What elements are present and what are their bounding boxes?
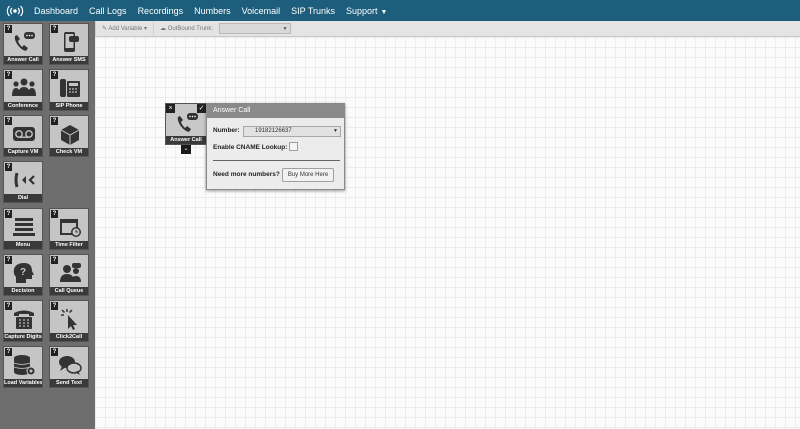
caret-down-icon: ▼ — [380, 8, 388, 16]
number-label: Number: — [213, 127, 240, 134]
call-queue-icon — [60, 263, 81, 282]
nav-support[interactable]: Support ▼ — [346, 6, 387, 16]
node-label: Answer Call — [166, 136, 206, 144]
tool-conference[interactable]: ? Conference — [3, 69, 43, 111]
tool-label: SIP Phone — [50, 102, 88, 110]
node-output-connector[interactable]: ⌄ — [181, 145, 191, 154]
number-select[interactable]: 19182126637 ▼ — [243, 126, 341, 137]
tool-label: Conference — [4, 102, 42, 110]
tool-decision[interactable]: ? ? Decision — [3, 254, 43, 296]
tool-label: Menu — [4, 241, 42, 249]
voicemail-icon — [13, 127, 35, 141]
wrench-icon: ✎ — [102, 26, 108, 32]
check-box-icon — [60, 125, 80, 145]
tool-label: Time Filter — [50, 241, 88, 249]
cname-label: Enable CNAME Lookup: — [213, 144, 288, 151]
phone-chat-icon — [14, 32, 35, 51]
add-variable-label: Add Variable — [108, 26, 143, 32]
buy-more-button[interactable]: Buy More Here — [282, 168, 334, 182]
answer-call-node[interactable]: × ✓ Answer Call — [165, 103, 207, 145]
svg-text:?: ? — [20, 267, 26, 278]
tool-label: Load Variables — [4, 379, 42, 387]
tool-capture-digits[interactable]: ? Capture Digits — [3, 300, 43, 342]
cname-lookup-checkbox[interactable] — [289, 142, 298, 151]
outbound-trunk-label-wrap: ☁ OutBound Trunk: — [154, 25, 219, 32]
caret-down-icon: ▼ — [333, 128, 338, 134]
tool-capture-vm[interactable]: ? Capture VM — [3, 115, 43, 157]
tool-time-filter[interactable]: ? Time Filter — [49, 208, 89, 250]
tool-label: Dial — [4, 194, 42, 202]
dial-arrows-icon — [14, 172, 35, 188]
top-nav: Dashboard Call Logs Recordings Numbers V… — [0, 0, 800, 21]
chat-bubbles-icon — [59, 356, 82, 375]
tool-sip-phone[interactable]: ? SIP Phone — [49, 69, 89, 111]
flow-canvas[interactable] — [95, 37, 800, 429]
tool-sidebar: ? Answer Call ? Answer SMS ? Conference … — [0, 21, 95, 429]
nav-numbers[interactable]: Numbers — [194, 6, 231, 16]
broadcast-logo-icon[interactable] — [4, 0, 26, 21]
more-numbers-label: Need more numbers? — [213, 171, 280, 178]
nav-call-logs[interactable]: Call Logs — [89, 6, 127, 16]
answer-call-settings-popup: Answer Call Number: 19182126637 ▼ Enable… — [206, 103, 345, 190]
tool-label: Call Queue — [50, 287, 88, 295]
tool-load-variables[interactable]: ? Load Variables — [3, 346, 43, 388]
calendar-clock-icon — [60, 219, 81, 237]
decision-head-icon: ? — [13, 263, 34, 283]
nav-support-label: Support — [346, 5, 378, 16]
tool-answer-sms[interactable]: ? Answer SMS — [49, 23, 89, 65]
nav-dashboard[interactable]: Dashboard — [34, 6, 78, 16]
popup-divider — [213, 160, 340, 161]
keypad-phone-icon — [14, 310, 34, 329]
nav-sip-trunks[interactable]: SIP Trunks — [291, 6, 335, 16]
tool-label: Answer SMS — [50, 56, 88, 64]
tool-click2call[interactable]: ? Click2Call — [49, 300, 89, 342]
outbound-trunk-select[interactable]: ▼ — [219, 23, 292, 34]
sip-phone-icon — [60, 79, 80, 97]
tool-label: Decision — [4, 287, 42, 295]
nav-voicemail[interactable]: Voicemail — [242, 6, 281, 16]
add-variable-button[interactable]: ✎ Add Variable ▾ — [96, 25, 153, 32]
outbound-trunk-label: OutBound Trunk: — [167, 26, 214, 32]
phone-chat-icon — [177, 113, 198, 132]
number-value: 19182126637 — [255, 128, 292, 134]
popup-title: Answer Call — [207, 104, 344, 118]
tool-label: Send Text — [50, 379, 88, 387]
tool-send-text[interactable]: ? Send Text — [49, 346, 89, 388]
tool-label: Click2Call — [50, 333, 88, 341]
tool-label: Capture Digits — [4, 333, 42, 341]
menu-icon — [13, 218, 35, 236]
tool-menu[interactable]: ? Menu — [3, 208, 43, 250]
tool-label: Answer Call — [4, 56, 42, 64]
tool-dial[interactable]: ? Dial — [3, 161, 43, 203]
canvas-toolbar: ✎ Add Variable ▾ ☁ OutBound Trunk: ▼ — [95, 20, 800, 37]
caret-down-icon: ▾ — [143, 26, 147, 32]
tool-label: Capture VM — [4, 148, 42, 156]
tool-call-queue[interactable]: ? Call Queue — [49, 254, 89, 296]
cloud-icon: ☁ — [159, 26, 166, 32]
conference-icon — [12, 78, 36, 96]
caret-down-icon: ▼ — [282, 25, 288, 32]
nav-recordings[interactable]: Recordings — [138, 6, 184, 16]
tool-answer-call[interactable]: ? Answer Call — [3, 23, 43, 65]
database-gear-icon — [13, 355, 36, 376]
tool-label: Check VM — [50, 148, 88, 156]
click-cursor-icon — [61, 309, 77, 330]
tool-check-vm[interactable]: ? Check VM — [49, 115, 89, 157]
mobile-sms-icon — [64, 32, 79, 52]
